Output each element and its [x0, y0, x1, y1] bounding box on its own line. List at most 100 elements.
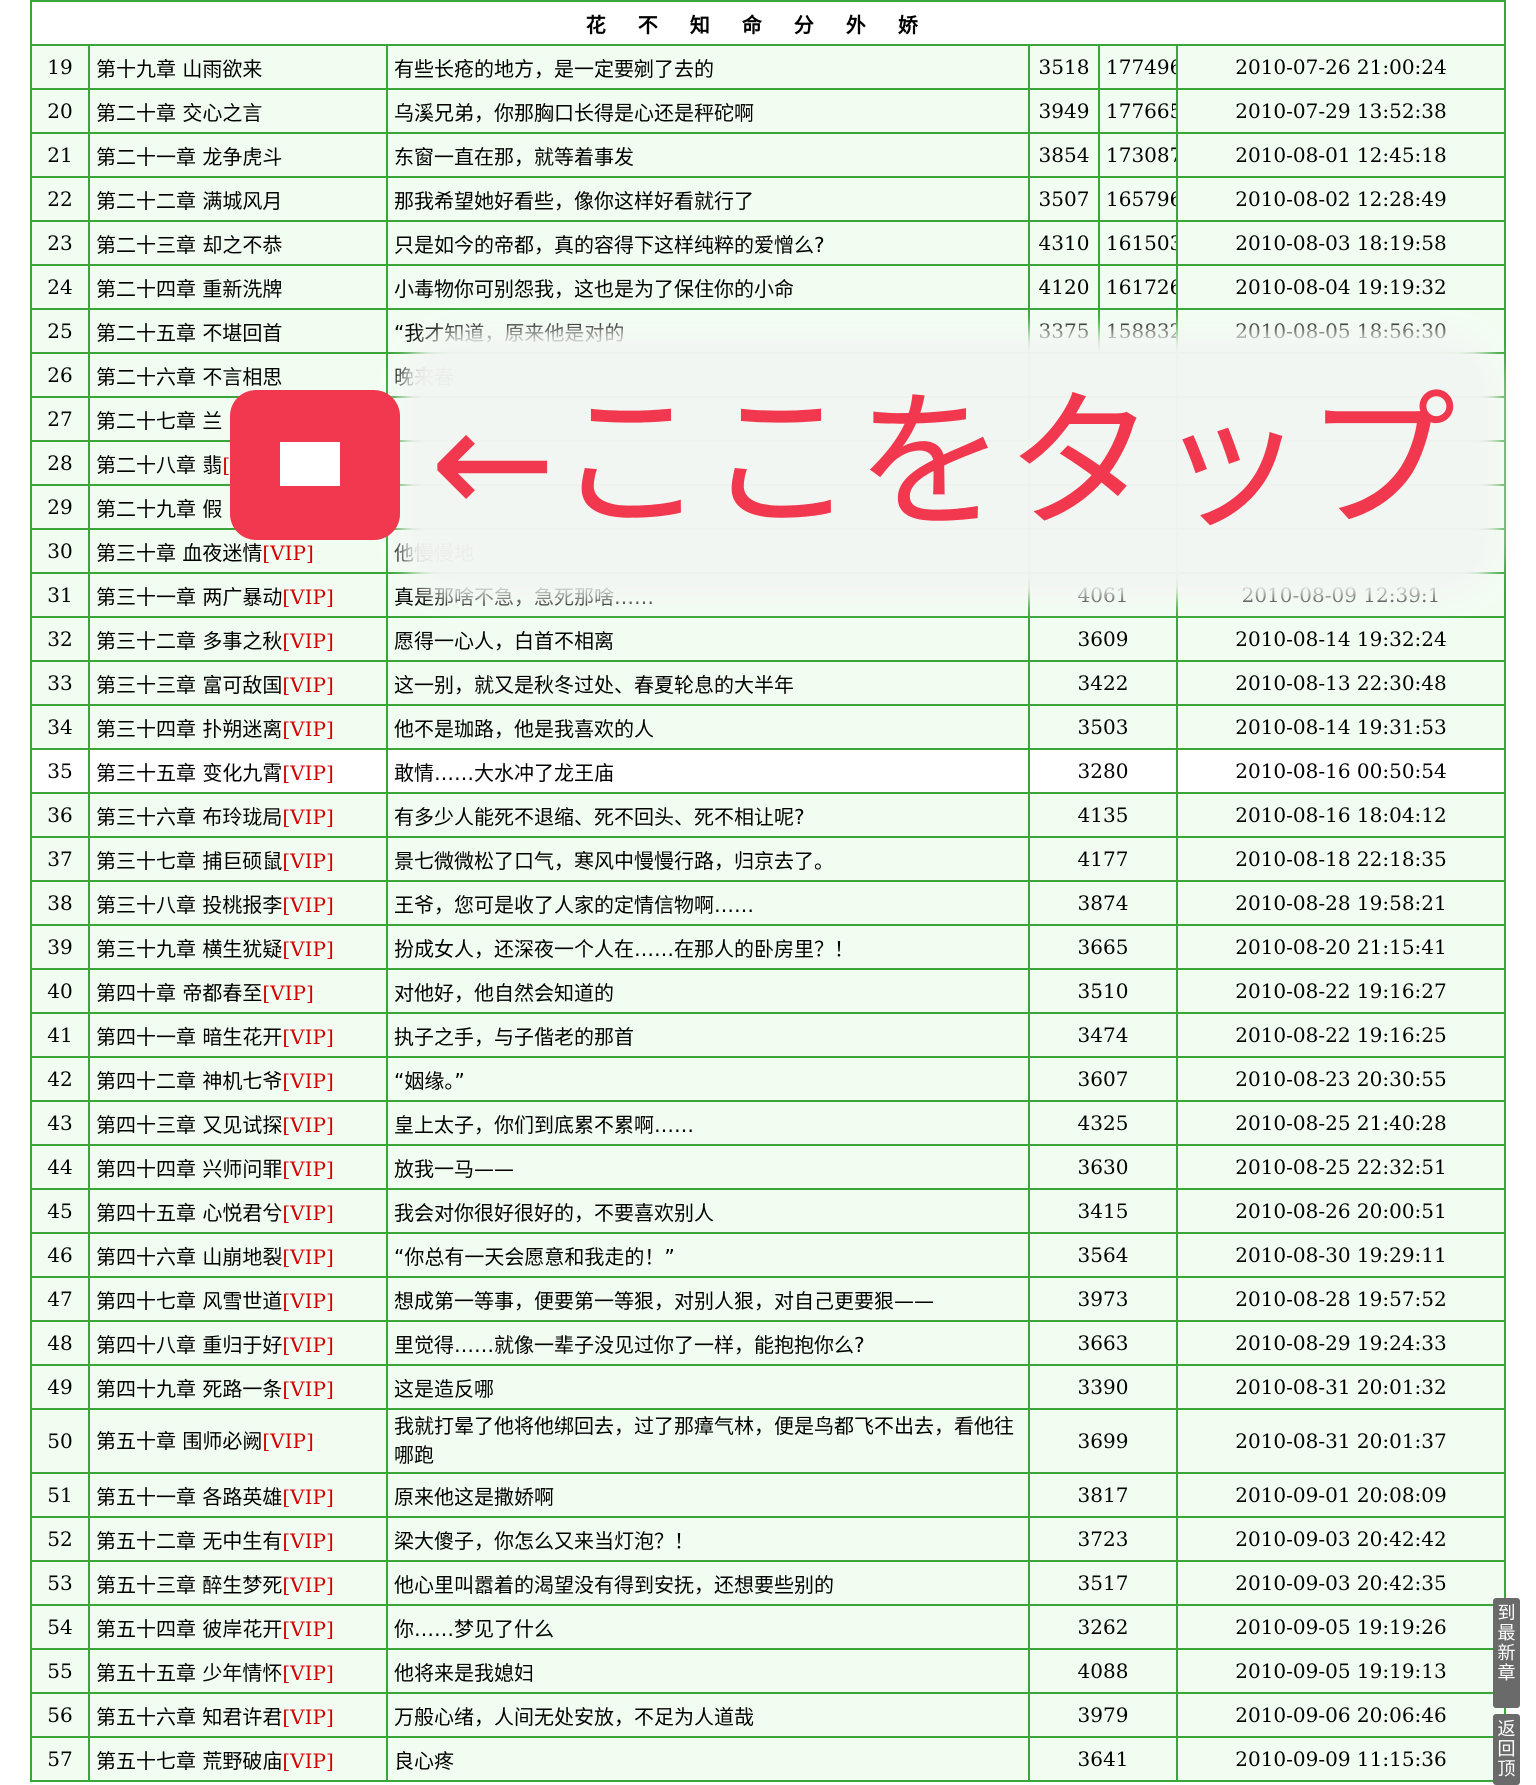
chapter-row[interactable]: 22 第二十二章 满城风月 那我希望她好看些，像你这样好看就行了 3507 165796…	[30, 176, 1506, 222]
chapter-title-cell[interactable]: 第三十九章 横生犹疑[VIP]	[88, 924, 388, 970]
chapter-title-cell[interactable]: 第四十三章 又见试探[VIP]	[88, 1100, 388, 1146]
chapter-title-cell[interactable]: 第二十三章 却之不恭	[88, 220, 388, 266]
chapter-link[interactable]: 第三十七章 捕巨硕鼠	[96, 849, 282, 873]
chapter-link[interactable]: 第四十六章 山崩地裂	[96, 1245, 282, 1269]
chapter-title-cell[interactable]: 第三十六章 布玲珑局[VIP]	[88, 792, 388, 838]
chapter-row[interactable]: 39 第三十九章 横生犹疑[VIP] 扮成女人，还深夜一个人在……在那人的卧房里？！…	[30, 924, 1506, 970]
chapter-title-cell[interactable]: 第四十二章 神机七爷[VIP]	[88, 1056, 388, 1102]
chapter-row[interactable]: 47 第四十七章 风雪世道[VIP] 想成第一等事，便要第一等狠，对别人狠，对自己更…	[30, 1276, 1506, 1322]
chapter-link[interactable]: 第四十四章 兴师问罪	[96, 1157, 282, 1181]
back-to-top-button[interactable]: 返回顶	[1493, 1714, 1520, 1785]
chapter-row[interactable]: 35 第三十五章 变化九霄[VIP] 敢情……大水冲了龙王庙 3280 2010-08-…	[30, 748, 1506, 794]
chapter-link[interactable]: 第五十四章 彼岸花开	[96, 1617, 282, 1641]
chapter-link[interactable]: 第三十一章 两广暴动	[96, 585, 282, 609]
chapter-title-cell[interactable]: 第三十四章 扑朔迷离[VIP]	[88, 704, 388, 750]
chapter-link[interactable]: 第二十九章 假	[96, 497, 222, 521]
chapter-link[interactable]: 第五十六章 知君许君	[96, 1705, 282, 1729]
chapter-row[interactable]: 19 第十九章 山雨欲来 有些长疮的地方，是一定要剜了去的 3518 177496 201…	[30, 44, 1506, 90]
tap-highlight-box[interactable]	[230, 390, 400, 540]
chapter-link[interactable]: 第十九章 山雨欲来	[96, 57, 262, 81]
chapter-title-cell[interactable]: 第二十二章 满城风月	[88, 176, 388, 222]
chapter-row[interactable]: 32 第三十二章 多事之秋[VIP] 愿得一心人，白首不相离 3609 2010-08-…	[30, 616, 1506, 662]
chapter-link[interactable]: 第四十七章 风雪世道	[96, 1289, 282, 1313]
chapter-title-cell[interactable]: 第二十五章 不堪回首	[88, 308, 388, 354]
chapter-link[interactable]: 第三十章 血夜迷情	[96, 541, 262, 565]
chapter-link[interactable]: 第四十五章 心悦君兮	[96, 1201, 282, 1225]
chapter-link[interactable]: 第五十二章 无中生有	[96, 1529, 282, 1553]
chapter-title-cell[interactable]: 第五十章 围师必阙[VIP]	[88, 1408, 388, 1474]
chapter-link[interactable]: 第五十章 围师必阙	[96, 1429, 262, 1453]
chapter-link[interactable]: 第三十八章 投桃报李	[96, 893, 282, 917]
chapter-row[interactable]: 37 第三十七章 捕巨硕鼠[VIP] 景七微微松了口气，寒风中慢慢行路，归京去了。 4…	[30, 836, 1506, 882]
chapter-row[interactable]: 55 第五十五章 少年情怀[VIP] 他将来是我媳妇 4088 2010-09-05 1…	[30, 1648, 1506, 1694]
chapter-title-cell[interactable]: 第五十三章 醉生梦死[VIP]	[88, 1560, 388, 1606]
chapter-row[interactable]: 48 第四十八章 重归于好[VIP] 里觉得……就像一辈子没见过你了一样，能抱抱你么…	[30, 1320, 1506, 1366]
chapter-title-cell[interactable]: 第二十章 交心之言	[88, 88, 388, 134]
chapter-row[interactable]: 54 第五十四章 彼岸花开[VIP] 你……梦见了什么 3262 2010-09-05 …	[30, 1604, 1506, 1650]
chapter-title-cell[interactable]: 第五十四章 彼岸花开[VIP]	[88, 1604, 388, 1650]
chapter-row[interactable]: 49 第四十九章 死路一条[VIP] 这是造反哪 3390 2010-08-31 20:…	[30, 1364, 1506, 1410]
chapter-row[interactable]: 45 第四十五章 心悦君兮[VIP] 我会对你很好很好的，不要喜欢别人 3415 201…	[30, 1188, 1506, 1234]
chapter-title-cell[interactable]: 第三十八章 投桃报李[VIP]	[88, 880, 388, 926]
chapter-link[interactable]: 第五十七章 荒野破庙	[96, 1749, 282, 1773]
chapter-row[interactable]: 50 第五十章 围师必阙[VIP] 我就打晕了他将他绑回去，过了那瘴气林，便是鸟都飞…	[30, 1408, 1506, 1474]
chapter-link[interactable]: 第四十章 帝都春至	[96, 981, 262, 1005]
chapter-row[interactable]: 24 第二十四章 重新洗牌 小毒物你可别怨我，这也是为了保住你的小命 4120 1617…	[30, 264, 1506, 310]
chapter-link[interactable]: 第二十章 交心之言	[96, 101, 262, 125]
chapter-row[interactable]: 23 第二十三章 却之不恭 只是如今的帝都，真的容得下这样纯粹的爱憎么? 4310 16…	[30, 220, 1506, 266]
chapter-title-cell[interactable]: 第四十九章 死路一条[VIP]	[88, 1364, 388, 1410]
chapter-title-cell[interactable]: 第三十五章 变化九霄[VIP]	[88, 748, 388, 794]
chapter-link[interactable]: 第二十四章 重新洗牌	[96, 277, 282, 301]
chapter-title-cell[interactable]: 第十九章 山雨欲来	[88, 44, 388, 90]
chapter-row[interactable]: 52 第五十二章 无中生有[VIP] 梁大傻子，你怎么又来当灯泡？！ 3723 2010…	[30, 1516, 1506, 1562]
chapter-link[interactable]: 第四十八章 重归于好	[96, 1333, 282, 1357]
chapter-title-cell[interactable]: 第三十七章 捕巨硕鼠[VIP]	[88, 836, 388, 882]
chapter-title-cell[interactable]: 第三十一章 两广暴动[VIP]	[88, 572, 388, 618]
chapter-row[interactable]: 43 第四十三章 又见试探[VIP] 皇上太子，你们到底累不累啊…… 4325 2010…	[30, 1100, 1506, 1146]
chapter-row[interactable]: 40 第四十章 帝都春至[VIP] 对他好，他自然会知道的 3510 2010-08-2…	[30, 968, 1506, 1014]
chapter-title-cell[interactable]: 第三十二章 多事之秋[VIP]	[88, 616, 388, 662]
chapter-row[interactable]: 53 第五十三章 醉生梦死[VIP] 他心里叫嚣着的渴望没有得到安抚，还想要些别的 3…	[30, 1560, 1506, 1606]
chapter-link[interactable]: 第四十九章 死路一条	[96, 1377, 282, 1401]
chapter-link[interactable]: 第五十一章 各路英雄	[96, 1485, 282, 1509]
chapter-link[interactable]: 第二十六章 不言相思	[96, 365, 282, 389]
chapter-row[interactable]: 42 第四十二章 神机七爷[VIP] “姻缘。” 3607 2010-08-23 20:…	[30, 1056, 1506, 1102]
chapter-title-cell[interactable]: 第四十六章 山崩地裂[VIP]	[88, 1232, 388, 1278]
chapter-link[interactable]: 第二十三章 却之不恭	[96, 233, 282, 257]
chapter-link[interactable]: 第四十三章 又见试探	[96, 1113, 282, 1137]
chapter-link[interactable]: 第五十三章 醉生梦死	[96, 1573, 282, 1597]
chapter-link[interactable]: 第三十二章 多事之秋	[96, 629, 282, 653]
chapter-title-cell[interactable]: 第二十一章 龙争虎斗	[88, 132, 388, 178]
chapter-link[interactable]: 第三十五章 变化九霄	[96, 761, 282, 785]
chapter-link[interactable]: 第二十一章 龙争虎斗	[96, 145, 282, 169]
chapter-title-cell[interactable]: 第二十四章 重新洗牌	[88, 264, 388, 310]
chapter-title-cell[interactable]: 第四十章 帝都春至[VIP]	[88, 968, 388, 1014]
chapter-title-cell[interactable]: 第四十七章 风雪世道[VIP]	[88, 1276, 388, 1322]
chapter-row[interactable]: 44 第四十四章 兴师问罪[VIP] 放我一马—— 3630 2010-08-25 22…	[30, 1144, 1506, 1190]
chapter-title-cell[interactable]: 第四十八章 重归于好[VIP]	[88, 1320, 388, 1366]
chapter-title-cell[interactable]: 第五十二章 无中生有[VIP]	[88, 1516, 388, 1562]
chapter-title-cell[interactable]: 第三十三章 富可敌国[VIP]	[88, 660, 388, 706]
chapter-link[interactable]: 第三十六章 布玲珑局	[96, 805, 282, 829]
chapter-row[interactable]: 56 第五十六章 知君许君[VIP] 万般心绪，人间无处安放，不足为人道哉 3979 2…	[30, 1692, 1506, 1738]
chapter-link[interactable]: 第四十一章 暗生花开	[96, 1025, 282, 1049]
chapter-row[interactable]: 36 第三十六章 布玲珑局[VIP] 有多少人能死不退缩、死不回头、死不相让呢? 41…	[30, 792, 1506, 838]
chapter-row[interactable]: 57 第五十七章 荒野破庙[VIP] 良心疼 3641 2010-09-09 11:15…	[30, 1736, 1506, 1782]
chapter-link[interactable]: 第三十三章 富可敌国	[96, 673, 282, 697]
chapter-title-cell[interactable]: 第五十一章 各路英雄[VIP]	[88, 1472, 388, 1518]
chapter-row[interactable]: 33 第三十三章 富可敌国[VIP] 这一别，就又是秋冬过处、春夏轮息的大半年 342…	[30, 660, 1506, 706]
chapter-link[interactable]: 第五十五章 少年情怀	[96, 1661, 282, 1685]
chapter-link[interactable]: 第三十九章 横生犹疑	[96, 937, 282, 961]
chapter-row[interactable]: 21 第二十一章 龙争虎斗 东窗一直在那，就等着事发 3854 173087 2010-0…	[30, 132, 1506, 178]
chapter-row[interactable]: 34 第三十四章 扑朔迷离[VIP] 他不是珈路，他是我喜欢的人 3503 2010-0…	[30, 704, 1506, 750]
chapter-row[interactable]: 51 第五十一章 各路英雄[VIP] 原来他这是撒娇啊 3817 2010-09-01 …	[30, 1472, 1506, 1518]
chapter-title-cell[interactable]: 第四十五章 心悦君兮[VIP]	[88, 1188, 388, 1234]
chapter-link[interactable]: 第四十二章 神机七爷	[96, 1069, 282, 1093]
chapter-row[interactable]: 46 第四十六章 山崩地裂[VIP] “你总有一天会愿意和我走的！” 3564 2010…	[30, 1232, 1506, 1278]
chapter-link[interactable]: 第二十二章 满城风月	[96, 189, 282, 213]
chapter-link[interactable]: 第二十七章 兰	[96, 409, 222, 433]
chapter-row[interactable]: 20 第二十章 交心之言 乌溪兄弟，你那胸口长得是心还是秤砣啊 3949 177665 2…	[30, 88, 1506, 134]
chapter-row[interactable]: 41 第四十一章 暗生花开[VIP] 执子之手，与子偕老的那首 3474 2010-08…	[30, 1012, 1506, 1058]
chapter-link[interactable]: 第三十四章 扑朔迷离	[96, 717, 282, 741]
chapter-link[interactable]: 第二十五章 不堪回首	[96, 321, 282, 345]
